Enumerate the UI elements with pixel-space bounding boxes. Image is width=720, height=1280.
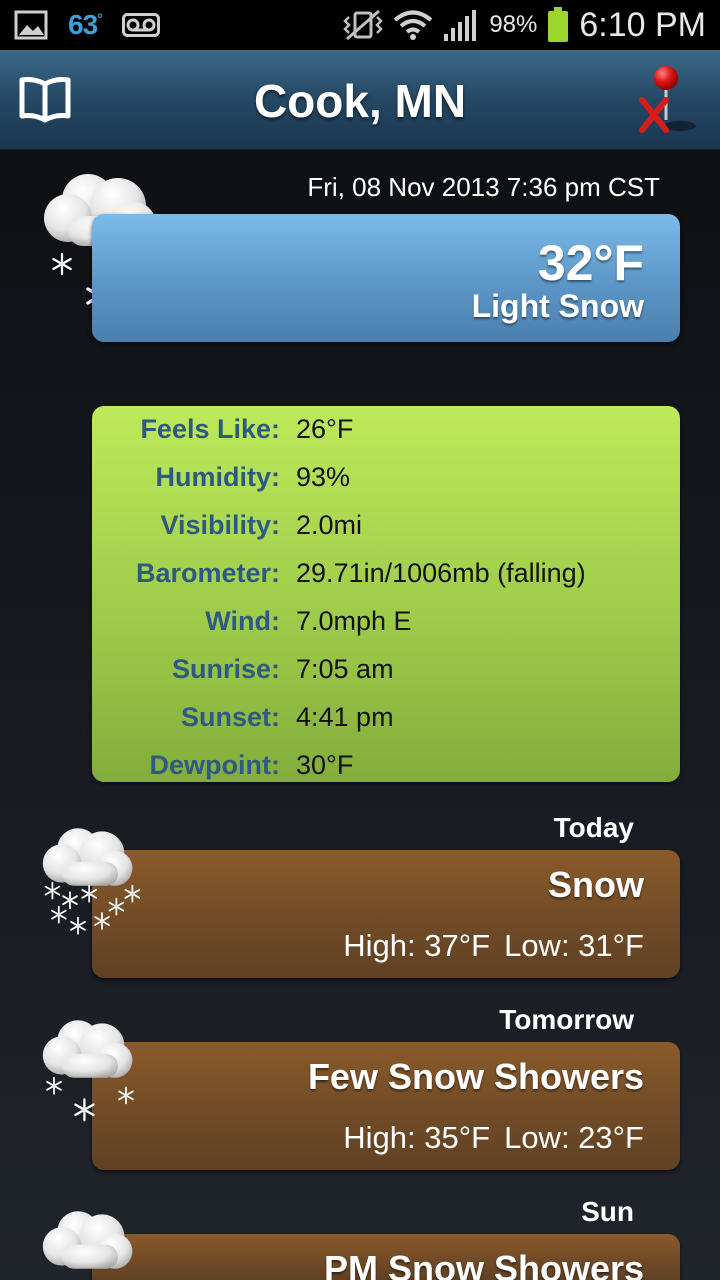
detail-row-humidity: Humidity: 93% [92, 456, 680, 496]
detail-value: 93% [296, 462, 351, 492]
voicemail-icon [121, 13, 160, 37]
detail-row-feels-like: Feels Like: 26°F [92, 408, 680, 448]
detail-row-wind: Wind: 7.0mph E [92, 600, 680, 640]
detail-label: Feels Like: [140, 414, 280, 444]
forecast-high-low: High: 35°F Low: 23°F [343, 1120, 644, 1156]
current-condition: Light Snow [471, 288, 644, 324]
detail-row-sunset: Sunset: 4:41 pm [92, 696, 680, 736]
conditions-details-panel: Feels Like: 26°F Humidity: 93% Visibilit… [92, 406, 680, 782]
wifi-icon [394, 10, 433, 40]
cloud-snow-icon [42, 828, 141, 935]
status-bar: 63° 98% 6:10 PM [0, 0, 720, 50]
forecast-low: Low: 31°F [504, 928, 644, 963]
forecast-day-label: Tomorrow [499, 1004, 634, 1035]
observation-time: Fri, 08 Nov 2013 7:36 pm CST [307, 172, 660, 202]
title-bar: Cook, MN [0, 50, 720, 150]
forecast-condition: Snow [548, 864, 644, 905]
forecast-card-sun[interactable]: PM Snow Showers [92, 1234, 680, 1280]
detail-value: 30°F [296, 750, 354, 780]
forecast-high: High: 37°F [343, 928, 491, 963]
detail-label: Humidity: [155, 462, 281, 492]
gallery-icon [14, 10, 48, 40]
status-time: 6:10 PM [579, 5, 706, 44]
detail-row-sunrise: Sunrise: 7:05 am [92, 648, 680, 688]
forecast-card-tomorrow[interactable]: Few Snow Showers High: 35°F Low: 23°F [92, 1042, 680, 1170]
current-conditions-panel[interactable]: 32°F Light Snow [92, 214, 680, 342]
detail-label: Dewpoint: [149, 750, 280, 780]
detail-value: 7.0mph E [296, 606, 412, 636]
forecast-high-low: High: 37°F Low: 31°F [343, 928, 644, 964]
forecast-condition: PM Snow Showers [323, 1248, 644, 1280]
forecast-high: High: 35°F [343, 1120, 491, 1155]
detail-label: Sunrise: [171, 654, 280, 684]
detail-value: 2.0mi [296, 510, 363, 540]
detail-value: 7:05 am [296, 654, 394, 684]
detail-value: 4:41 pm [296, 702, 394, 732]
detail-label: Visibility: [160, 510, 280, 540]
detail-label: Sunset: [180, 702, 280, 732]
forecast-low: Low: 23°F [504, 1120, 644, 1155]
detail-row-dewpoint: Dewpoint: 30°F [92, 744, 680, 784]
cloud-snow-icon [42, 1020, 134, 1122]
vibrate-mute-icon [343, 9, 384, 41]
detail-value: 26°F [296, 414, 354, 444]
detail-label: Wind: [205, 606, 280, 636]
detail-value: 29.71in/1006mb (falling) [296, 558, 586, 588]
detail-row-barometer: Barometer: 29.71in/1006mb (falling) [92, 552, 680, 592]
status-temperature: 63° [68, 9, 103, 40]
detail-label: Barometer: [135, 558, 280, 588]
page-title: Cook, MN [253, 75, 467, 127]
cloud-snow-icon [42, 1211, 133, 1269]
current-temperature: 32°F [537, 235, 644, 291]
forecast-day-label: Today [553, 812, 634, 843]
detail-row-visibility: Visibility: 2.0mi [92, 504, 680, 544]
forecast-condition: Few Snow Showers [307, 1056, 644, 1097]
battery-percent: 98% [489, 11, 538, 38]
battery-icon [548, 7, 569, 42]
forecast-card-today[interactable]: Snow High: 37°F Low: 31°F [92, 850, 680, 978]
remove-location-icon[interactable] [636, 64, 700, 138]
signal-icon [444, 10, 477, 41]
forecast-day-label: Sun [581, 1196, 634, 1227]
